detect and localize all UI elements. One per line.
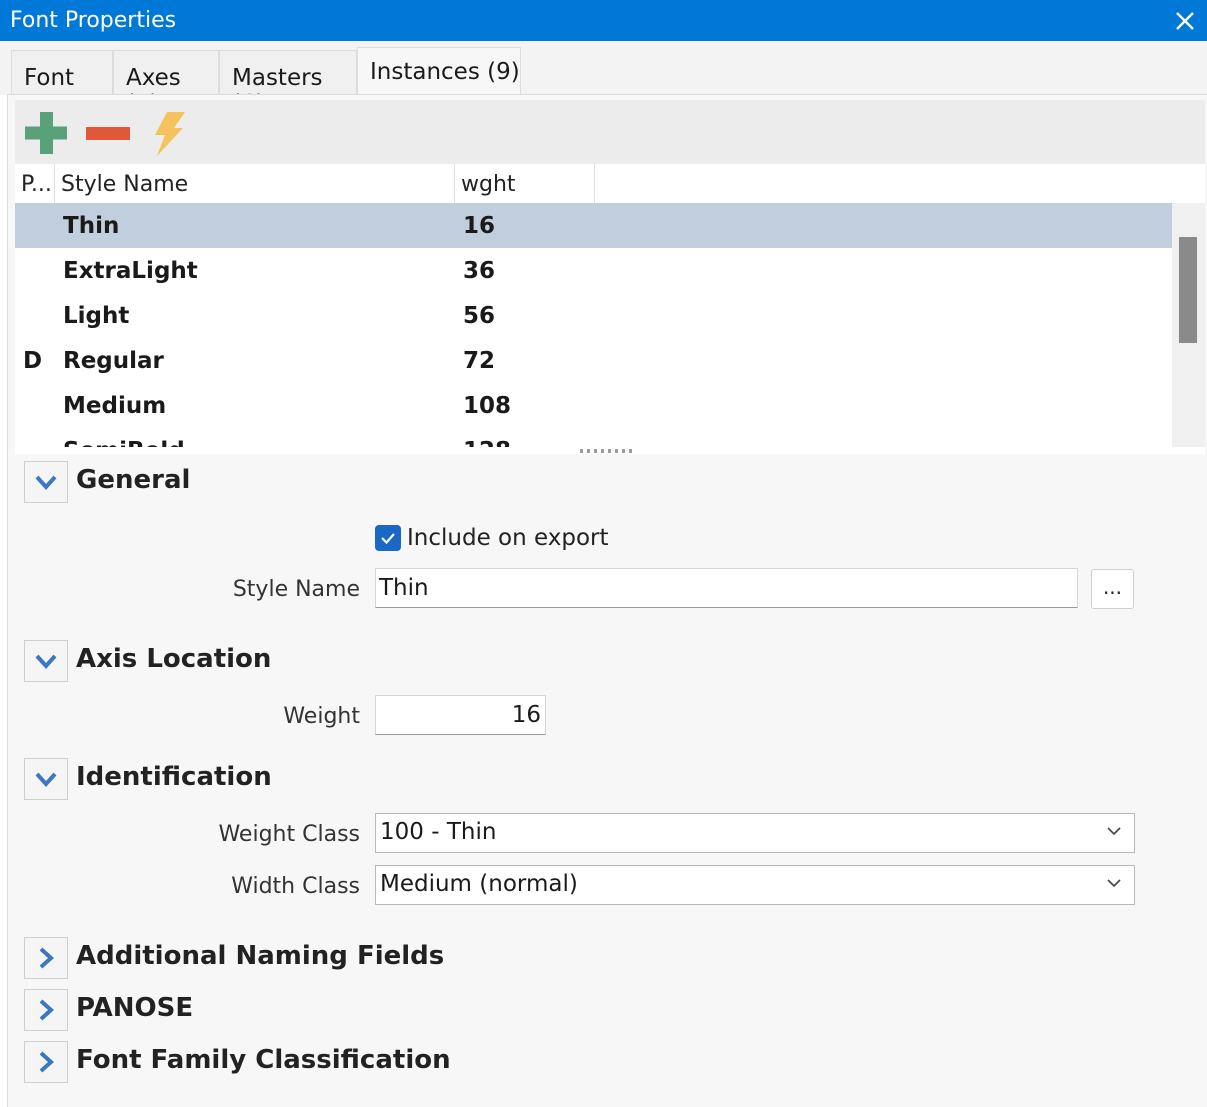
general-section-title: General — [76, 465, 191, 495]
tab-instances[interactable]: Instances (9) — [357, 47, 521, 96]
include-on-export-label: Include on export — [407, 525, 609, 551]
instances-table: P... Style Name wght Thin 16 ExtraLight … — [15, 164, 1205, 454]
panel-splitter[interactable] — [15, 446, 1205, 456]
generate-instances-button[interactable] — [143, 108, 193, 158]
panose-section-toggle[interactable] — [24, 989, 68, 1031]
chevron-down-icon — [1107, 879, 1121, 888]
chevron-down-icon — [35, 772, 57, 787]
axis-location-section-toggle[interactable] — [24, 640, 68, 682]
style-name-browse-button[interactable]: ... — [1091, 569, 1134, 609]
row-wght: 16 — [463, 213, 496, 239]
general-section-toggle[interactable] — [24, 461, 68, 503]
width-class-value: Medium (normal) — [380, 871, 578, 897]
table-row[interactable]: ExtraLight 36 — [15, 248, 1172, 293]
font-family-classification-section-toggle[interactable] — [24, 1041, 68, 1083]
splitter-grip-icon — [580, 449, 634, 453]
table-row[interactable]: Light 56 — [15, 293, 1172, 338]
title-bar: Font Properties — [0, 0, 1207, 41]
close-icon — [1176, 11, 1194, 30]
plus-icon — [25, 112, 67, 154]
window-title: Font Properties — [10, 8, 177, 33]
axis-location-section-title: Axis Location — [76, 644, 272, 674]
width-class-label: Width Class — [231, 874, 360, 899]
chevron-right-icon — [39, 999, 54, 1021]
weight-label: Weight — [283, 704, 360, 729]
checkmark-icon — [381, 533, 395, 545]
weight-input[interactable]: 16 — [375, 695, 546, 735]
add-instance-button[interactable] — [21, 108, 71, 158]
style-name-input[interactable]: Thin — [375, 568, 1078, 608]
table-rows: Thin 16 ExtraLight 36 Light 56 D Regular… — [15, 203, 1172, 447]
chevron-down-icon — [35, 654, 57, 669]
weight-class-select[interactable]: 100 - Thin — [375, 813, 1135, 853]
row-wght: 72 — [463, 348, 496, 374]
font-family-classification-section-title: Font Family Classification — [76, 1045, 451, 1075]
close-button[interactable] — [1163, 0, 1207, 41]
table-row[interactable]: SemiBold 128 — [15, 428, 1172, 447]
column-header-wght[interactable]: wght — [455, 164, 595, 203]
chevron-right-icon — [39, 1051, 54, 1073]
table-header: P... Style Name wght — [15, 164, 1205, 204]
identification-section-toggle[interactable] — [24, 758, 68, 800]
row-preferred: D — [23, 348, 43, 374]
tab-strip: Font Axes (1) Masters (6) Instances (9) — [0, 41, 1207, 117]
column-header-preferred[interactable]: P... — [15, 164, 55, 203]
include-on-export-checkbox[interactable] — [375, 525, 401, 551]
tab-axes[interactable]: Axes (1) — [113, 50, 219, 117]
chevron-down-icon — [1107, 827, 1121, 836]
minus-icon — [86, 127, 130, 140]
row-style-name: Thin — [63, 213, 120, 239]
chevron-down-icon — [35, 475, 57, 490]
row-style-name: Regular — [63, 348, 164, 374]
table-row[interactable]: D Regular 72 — [15, 338, 1172, 383]
column-header-style-name[interactable]: Style Name — [55, 164, 455, 203]
row-style-name: Light — [63, 303, 130, 329]
table-row[interactable]: Medium 108 — [15, 383, 1172, 428]
remove-instance-button[interactable] — [83, 108, 133, 158]
table-scrollbar[interactable] — [1172, 203, 1205, 447]
additional-naming-fields-section-toggle[interactable] — [24, 937, 68, 979]
row-style-name: ExtraLight — [63, 258, 198, 284]
tab-font[interactable]: Font — [11, 50, 113, 95]
lightning-icon — [155, 112, 185, 156]
row-wght: 36 — [463, 258, 496, 284]
width-class-select[interactable]: Medium (normal) — [375, 865, 1135, 905]
row-wght: 108 — [463, 393, 512, 419]
style-name-label: Style Name — [232, 577, 360, 602]
scrollbar-thumb[interactable] — [1179, 237, 1197, 343]
panose-section-title: PANOSE — [76, 993, 194, 1023]
weight-class-value: 100 - Thin — [380, 819, 497, 845]
identification-section-title: Identification — [76, 762, 272, 792]
row-wght: 56 — [463, 303, 496, 329]
instances-toolbar — [15, 100, 1205, 164]
additional-naming-fields-section-title: Additional Naming Fields — [76, 941, 445, 971]
tab-masters[interactable]: Masters (6) — [219, 50, 357, 117]
table-row[interactable]: Thin 16 — [15, 203, 1172, 248]
chevron-right-icon — [39, 947, 54, 969]
weight-class-label: Weight Class — [218, 822, 360, 847]
row-style-name: Medium — [63, 393, 167, 419]
